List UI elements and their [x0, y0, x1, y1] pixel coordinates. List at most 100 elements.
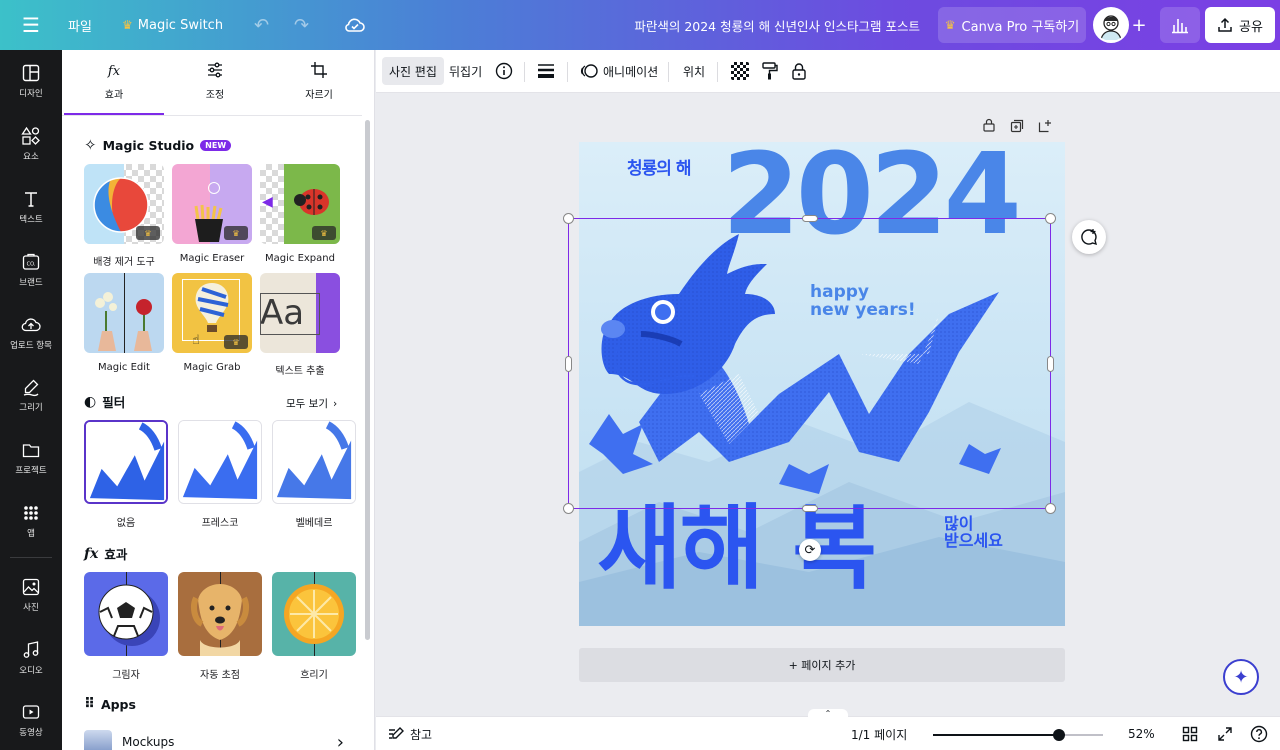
edit-photo-button[interactable]: 사진 편집 — [382, 57, 444, 85]
help-button[interactable] — [1250, 717, 1268, 750]
info-button[interactable] — [495, 57, 513, 85]
rail-item-photos[interactable]: 사진 — [0, 566, 62, 624]
crown-icon: ♛ — [944, 18, 956, 32]
tool-magic-expand[interactable]: ◀ ♛ — [260, 164, 340, 244]
tool-label: 배경 제거 도구 — [93, 257, 155, 268]
side-line-2: 받으세요 — [944, 530, 1003, 550]
resize-handle-bottom[interactable] — [802, 505, 818, 512]
add-collaborator-button[interactable]: + — [1130, 0, 1148, 50]
notes-button[interactable]: 참고 — [388, 717, 432, 750]
see-all-filters-link[interactable]: 모두 보기 › — [286, 396, 337, 411]
toolbar-divider — [567, 62, 568, 82]
rail-item-design[interactable]: 디자인 — [0, 52, 62, 110]
insights-button[interactable] — [1160, 7, 1200, 43]
save-status-button[interactable] — [344, 0, 366, 50]
magic-switch-button[interactable]: ♛ Magic Switch — [122, 0, 223, 50]
user-avatar[interactable] — [1093, 7, 1129, 43]
fullscreen-button[interactable] — [1217, 717, 1233, 750]
tab-crop[interactable]: 자르기 — [269, 60, 369, 116]
border-style-button[interactable] — [537, 57, 555, 85]
rail-divider — [10, 557, 52, 558]
grid-view-button[interactable] — [1182, 717, 1198, 750]
resize-handle-bottom-left[interactable] — [563, 503, 574, 514]
tab-adjust[interactable]: 조정 — [165, 60, 265, 116]
rail-item-apps[interactable]: 앱 — [0, 492, 62, 550]
rail-item-video[interactable]: 동영상 — [0, 691, 62, 749]
effect-auto-focus[interactable] — [178, 572, 262, 656]
effect-shadow[interactable] — [84, 572, 168, 656]
resize-handle-top[interactable] — [802, 215, 818, 222]
position-button[interactable]: 위치 — [683, 57, 705, 85]
lock-page-icon[interactable] — [982, 118, 996, 137]
copy-style-button[interactable] — [761, 57, 779, 85]
transparency-button[interactable] — [731, 57, 749, 85]
tool-text-extract[interactable]: Aa — [260, 273, 340, 353]
grid-view-icon — [1182, 726, 1198, 742]
effect-blur[interactable] — [272, 572, 356, 656]
fx-icon: fx — [84, 545, 99, 562]
file-menu-button[interactable]: 파일 — [68, 0, 92, 50]
document-title[interactable]: 파란색의 2024 청룡의 해 신년인사 인스타그램 포스트 — [600, 0, 920, 50]
share-button[interactable]: 공유 — [1205, 7, 1275, 43]
sliders-icon — [208, 62, 222, 78]
plus-icon: + — [1131, 14, 1147, 36]
big-greeting-text[interactable]: 새해 복 — [597, 498, 877, 599]
canva-pro-button[interactable]: ♛ Canva Pro 구독하기 — [938, 7, 1086, 43]
rail-item-label: 앱 — [27, 529, 35, 539]
orange-slice-icon — [284, 584, 344, 644]
notes-pencil-icon — [389, 727, 404, 739]
draw-icon — [23, 379, 39, 397]
duplicate-page-icon[interactable] — [1010, 118, 1024, 137]
side-greeting-text[interactable]: 많이 받으세요 — [944, 515, 1003, 550]
resize-handle-top-left[interactable] — [563, 213, 574, 224]
rail-item-draw[interactable]: 그리기 — [0, 366, 62, 424]
apps-header: ⠿ Apps — [84, 696, 136, 712]
resize-handle-top-right[interactable] — [1045, 213, 1056, 224]
panel-scrollbar[interactable] — [365, 120, 370, 640]
rail-item-audio[interactable]: 오디오 — [0, 629, 62, 687]
redo-button[interactable]: ↷ — [294, 0, 309, 50]
collapse-pages-button[interactable]: ⌃ — [808, 709, 848, 719]
filter-none[interactable] — [84, 420, 168, 504]
tool-magic-edit[interactable] — [84, 273, 164, 353]
animate-button[interactable]: 애니메이션 — [580, 57, 658, 85]
app-item-mockups[interactable]: Mockups › — [84, 728, 344, 750]
undo-button[interactable]: ↶ — [254, 0, 269, 50]
add-comment-button[interactable] — [1072, 220, 1106, 254]
rail-item-uploads[interactable]: 업로드 항목 — [0, 304, 62, 362]
upload-icon — [21, 318, 41, 332]
zoom-percentage[interactable]: 52% — [1128, 717, 1155, 750]
chevron-right-icon: › — [336, 731, 344, 750]
left-rail: 디자인 요소 텍스트 CO. 브랜드 업로드 항목 그리기 프로젝트 앱 사진 … — [0, 50, 62, 750]
rotate-handle[interactable]: ⟳ — [799, 539, 821, 561]
resize-handle-right[interactable] — [1047, 356, 1054, 372]
filter-fresco[interactable] — [178, 420, 262, 504]
toolbar-divider — [668, 62, 669, 82]
magic-assistant-button[interactable]: ✦ — [1223, 659, 1259, 695]
filter-belvedere[interactable] — [272, 420, 356, 504]
rail-item-brand[interactable]: CO. 브랜드 — [0, 241, 62, 299]
zoom-slider[interactable] — [933, 729, 1103, 741]
resize-handle-left[interactable] — [565, 356, 572, 372]
add-page-icon[interactable] — [1038, 118, 1052, 137]
tool-label: Magic Eraser — [179, 253, 245, 264]
rail-item-projects[interactable]: 프로젝트 — [0, 429, 62, 487]
resize-handle-bottom-right[interactable] — [1045, 503, 1056, 514]
page-indicator[interactable]: 1/1 페이지 — [851, 717, 907, 750]
tool-bg-remover[interactable]: ♛ — [84, 164, 164, 244]
tool-magic-eraser[interactable]: ♛ — [172, 164, 252, 244]
rail-item-text[interactable]: 텍스트 — [0, 178, 62, 236]
rail-item-elements[interactable]: 요소 — [0, 115, 62, 173]
dog-icon — [191, 584, 249, 656]
top-small-heading[interactable]: 청룡의 해 — [627, 154, 691, 179]
flip-button[interactable]: 뒤집기 — [449, 57, 482, 85]
tab-effects[interactable]: fx 효과 — [64, 60, 164, 116]
tool-magic-grab[interactable]: ☝ ♛ — [172, 273, 252, 353]
zoom-slider-knob[interactable] — [1053, 729, 1065, 741]
menu-button[interactable]: ☰ — [14, 0, 48, 50]
elements-icon — [21, 126, 40, 145]
add-page-button[interactable]: + 페이지 추가 — [579, 648, 1065, 682]
video-icon — [22, 705, 40, 719]
crown-icon: ♛ — [224, 226, 248, 240]
lock-button[interactable] — [791, 57, 807, 85]
